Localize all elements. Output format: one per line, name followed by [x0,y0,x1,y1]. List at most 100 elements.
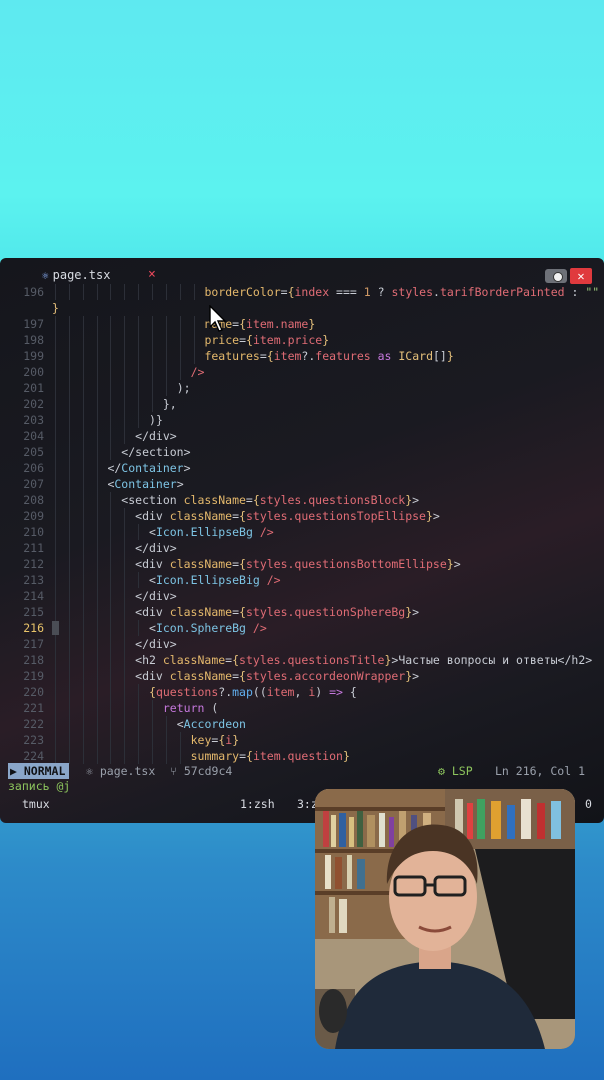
indent-guide [179,284,181,300]
code-text: <div className={styles.questionsBottomEl… [135,556,460,572]
code-token: } [446,557,454,571]
code-token: { [239,605,246,619]
webcam-person-icon [315,789,575,1049]
code-token: <h2 [135,653,163,667]
line-number: 219 [23,669,44,683]
code-line[interactable]: 209 <div className={styles.questionsTopEl… [0,508,604,524]
code-token: /> [259,573,281,587]
indent-guide [68,716,70,732]
indent-guide [55,508,56,524]
indent-guide [152,732,154,748]
indent-guide [96,396,98,412]
code-line[interactable]: 210 <Icon.EllipseBg /> [0,524,604,540]
code-line[interactable]: 196 borderColor={index === 1 ? styles.tar… [0,284,604,300]
code-token: price [204,333,240,347]
code-text: <Icon.EllipseBig /> [149,572,281,588]
code-token: < [149,621,156,635]
code-line[interactable]: 221 return ( [0,700,604,716]
code-line[interactable]: 222 <Accordeon [0,716,604,732]
code-token: </div> [135,637,177,651]
code-line[interactable]: 214 </div> [0,588,604,604]
code-line[interactable]: 199 features={item?.features as ICard[]} [0,348,604,364]
code-token: /> [190,365,205,379]
indent-guide [55,668,56,684]
indent-guide [124,684,126,700]
code-line[interactable]: 220 {questions?.map((item, i) => { [0,684,604,700]
tmux-window-1[interactable]: 1:zsh [240,795,275,813]
indent-guide [124,396,126,412]
code-token: { [342,685,357,699]
indent-guide [193,316,195,332]
code-line[interactable]: 219 <div className={styles.accordeonWrapp… [0,668,604,684]
code-line[interactable]: 217 </div> [0,636,604,652]
indent-guide [96,684,98,700]
code-token: Container [114,477,177,491]
code-line[interactable]: 207 <Container> [0,476,604,492]
code-token: <div [135,557,170,571]
code-token: ?. [301,349,316,363]
code-line[interactable]: 218 <h2 className={styles.questionsTitle}… [0,652,604,668]
code-area[interactable]: 196 borderColor={index === 1 ? styles.tar… [0,284,604,764]
indent-guide [82,684,84,700]
code-token: ICard [398,349,433,363]
code-token: Accordeon [183,717,246,731]
indent-guide [68,380,70,396]
code-line[interactable]: 204 </div> [0,428,604,444]
code-line[interactable]: 212 <div className={styles.questionsBotto… [0,556,604,572]
indent-guide [110,428,112,444]
code-line[interactable]: 200 /> [0,364,604,380]
code-line[interactable]: 206 </Container> [0,460,604,476]
code-token: { [252,493,260,507]
code-token: ?. [218,685,233,699]
code-line[interactable]: 223 key={i} [0,732,604,748]
code-line[interactable]: } [0,300,604,316]
indent-guide [124,540,126,556]
indent-guide [96,668,98,684]
code-line[interactable]: 213 <Icon.EllipseBig /> [0,572,604,588]
code-token: } [52,301,59,315]
code-text: </div> [135,428,177,444]
code-text: borderColor={index === 1 ? styles.tarifB… [204,284,599,300]
code-token: styles.questionsBottomEllipse [245,557,447,571]
tab-close-icon[interactable]: × [148,267,156,282]
code-line[interactable]: 211 </div> [0,540,604,556]
code-line[interactable]: 197name={item.name} [0,316,604,332]
window-close-button[interactable]: ✕ [570,268,592,284]
indent-guide [138,524,140,540]
code-line[interactable]: 203)} [0,412,604,428]
code-token: "" [585,285,600,299]
indent-guide [55,716,56,732]
indent-guide [124,668,126,684]
indent-guide [138,364,140,380]
indent-guide [68,396,70,412]
code-line[interactable]: 215 <div className={styles.questionSphere… [0,604,604,620]
code-line[interactable]: 205 </section> [0,444,604,460]
code-token: styles.questionSphereBg [245,605,406,619]
indent-guide [138,732,140,748]
indent-guide [96,348,98,364]
line-number: 213 [23,573,44,587]
indent-guide [96,540,98,556]
code-token: styles.questionsTitle [239,653,385,667]
indent-guide [55,348,56,364]
tab-page-tsx[interactable]: ⚛ page.tsx [42,268,110,282]
indent-guide [68,572,70,588]
indent-guide [110,572,112,588]
code-line[interactable]: 208 <section className={styles.questionsB… [0,492,604,508]
git-branch-icon: ⑂ [170,764,184,778]
indent-guide [55,540,56,556]
indent-guide [68,332,70,348]
toggle-switch[interactable] [545,269,567,283]
code-line[interactable]: 216 <Icon.SphereBg /> [0,620,604,636]
indent-guide [55,604,56,620]
code-line[interactable]: 198 price={item.price} [0,332,604,348]
indent-guide [110,444,112,460]
code-line[interactable]: 202}, [0,396,604,412]
indent-guide [68,444,70,460]
code-line[interactable]: 201); [0,380,604,396]
indent-guide [68,620,70,636]
line-number: 204 [23,429,44,443]
indent-guide [82,476,84,492]
indent-guide [82,540,84,556]
code-text: <section className={styles.questionsBloc… [121,492,419,508]
